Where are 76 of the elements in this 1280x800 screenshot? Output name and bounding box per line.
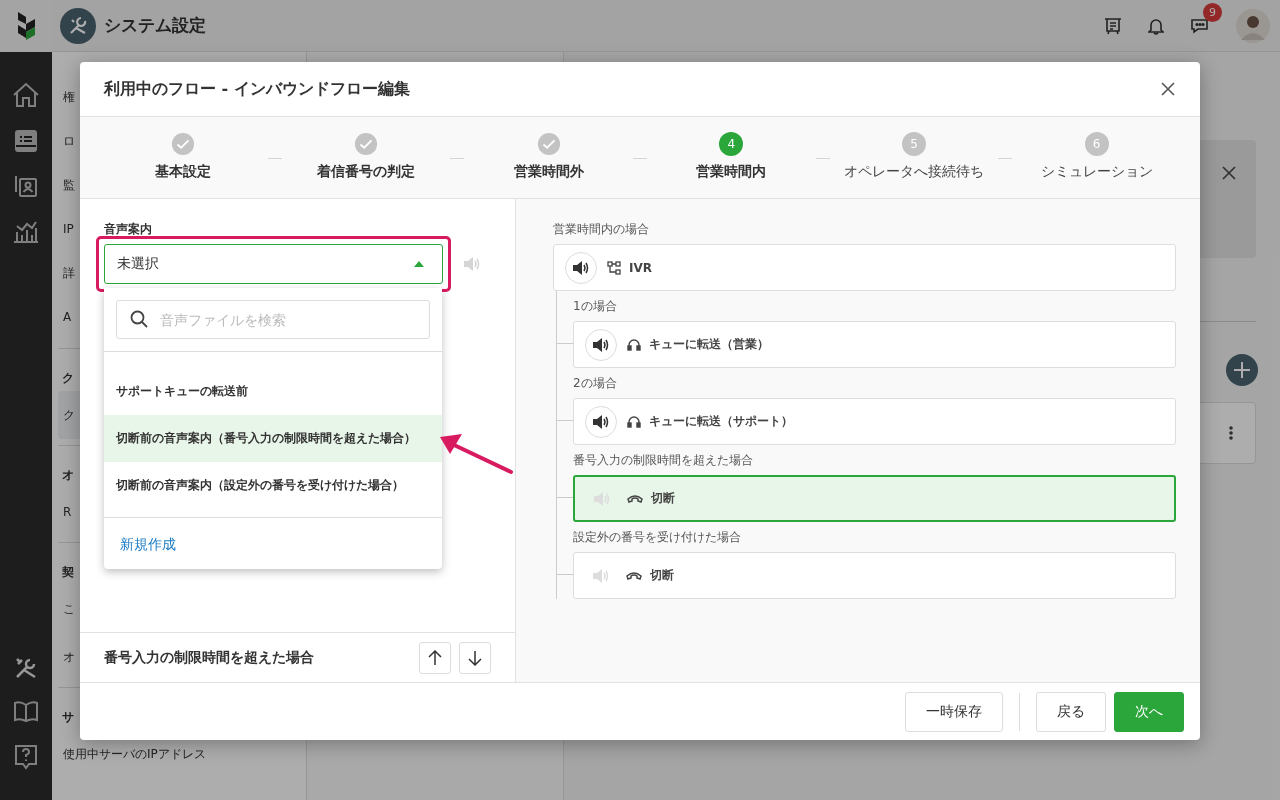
page-title: システム設定 bbox=[104, 14, 206, 37]
flow-heading: 営業時間内の場合 bbox=[553, 221, 650, 238]
home-icon[interactable] bbox=[12, 82, 40, 108]
phone-hangup-icon bbox=[626, 570, 642, 581]
chart-icon[interactable] bbox=[13, 219, 39, 243]
list-icon[interactable] bbox=[14, 129, 38, 153]
dialog-title: 利用中のフロー - インバウンドフロー編集 bbox=[104, 78, 410, 100]
notification-badge: 9 bbox=[1203, 2, 1222, 22]
step-number: 6 bbox=[1084, 132, 1109, 156]
speaker-button[interactable] bbox=[565, 251, 597, 284]
logo-icon bbox=[15, 12, 37, 40]
node-label: IVR bbox=[629, 260, 652, 275]
step-number: 4 bbox=[719, 132, 744, 156]
flow-node[interactable]: 切断 bbox=[573, 475, 1176, 522]
section-heading: 契 bbox=[61, 564, 74, 581]
dropdown-option[interactable]: 切断前の音声案内（設定外の番号を受け付けた場合） bbox=[104, 462, 442, 509]
bell-icon[interactable] bbox=[1148, 16, 1164, 35]
speaker-icon bbox=[592, 567, 610, 584]
speaker-icon bbox=[592, 336, 610, 353]
speaker-icon bbox=[572, 259, 590, 276]
select-field[interactable]: 未選択 bbox=[104, 244, 443, 284]
branch-condition: 番号入力の制限時間を超えた場合 bbox=[573, 452, 754, 469]
chat-icon[interactable] bbox=[1190, 16, 1210, 35]
contact-card-icon[interactable] bbox=[14, 174, 38, 198]
flow-node[interactable]: IVR bbox=[553, 244, 1176, 291]
section-heading: オ bbox=[61, 467, 74, 484]
phone-hangup-icon bbox=[627, 493, 643, 504]
step-label[interactable]: 営業時間内 bbox=[696, 163, 767, 181]
close-icon[interactable] bbox=[1161, 82, 1175, 96]
dropdown-option[interactable]: サポートキューの転送前 bbox=[104, 368, 442, 415]
footer-button[interactable]: 一時保存 bbox=[905, 691, 1003, 732]
board-icon[interactable] bbox=[1104, 16, 1122, 35]
move-up-button[interactable] bbox=[419, 641, 451, 674]
node-label: 切断 bbox=[651, 490, 675, 507]
flow-node[interactable]: 切断 bbox=[573, 552, 1176, 599]
step-number: 5 bbox=[902, 132, 926, 156]
section-title: 番号入力の制限時間を超えた場合 bbox=[104, 648, 314, 667]
step-label[interactable]: 基本設定 bbox=[155, 163, 212, 181]
tools-icon[interactable] bbox=[14, 656, 38, 680]
dropdown-option[interactable]: 切断前の音声案内（番号入力の制限時間を超えた場合） bbox=[104, 415, 442, 462]
branch-condition: 1の場合 bbox=[573, 298, 618, 315]
footer-button[interactable]: 戻る bbox=[1036, 691, 1106, 732]
speaker-button[interactable] bbox=[585, 405, 617, 438]
help-icon[interactable] bbox=[14, 744, 38, 770]
section-heading: サ bbox=[61, 709, 74, 726]
search-field[interactable]: 音声ファイルを検索 bbox=[116, 300, 430, 339]
avatar[interactable] bbox=[1236, 8, 1270, 43]
speaker-icon bbox=[592, 413, 610, 430]
move-down-button[interactable] bbox=[459, 641, 491, 674]
arrow-up-icon bbox=[428, 649, 442, 666]
node-label: 切断 bbox=[650, 567, 674, 584]
speaker-icon bbox=[593, 490, 611, 507]
create-link[interactable]: 新規作成 bbox=[120, 536, 176, 552]
branch-condition: 設定外の番号を受け付けた場合 bbox=[573, 529, 742, 546]
section-heading: ク bbox=[61, 370, 74, 387]
step-label[interactable]: オペレータへ接続待ち bbox=[844, 163, 984, 181]
more-icon[interactable] bbox=[1229, 426, 1233, 440]
book-icon[interactable] bbox=[13, 701, 39, 723]
node-label: キューに転送（営業） bbox=[649, 336, 769, 353]
headset-icon bbox=[627, 337, 641, 352]
headset-icon bbox=[627, 414, 641, 429]
caret-icon bbox=[414, 261, 424, 267]
add-button[interactable] bbox=[1226, 354, 1258, 386]
node-label: キューに転送（サポート） bbox=[649, 413, 793, 430]
flow-node[interactable]: キューに転送（サポート） bbox=[573, 398, 1176, 445]
speaker-button[interactable] bbox=[585, 328, 617, 361]
arrow-down-icon bbox=[468, 649, 482, 666]
step-label[interactable]: シミュレーション bbox=[1040, 163, 1153, 181]
branch-condition: 2の場合 bbox=[573, 375, 618, 392]
branch-icon bbox=[607, 260, 621, 275]
tools-icon bbox=[60, 7, 96, 44]
step-label[interactable]: 営業時間外 bbox=[513, 163, 584, 181]
flow-node[interactable]: キューに転送（営業） bbox=[573, 321, 1176, 368]
field-label: 音声案内 bbox=[104, 221, 152, 238]
close-icon[interactable] bbox=[1222, 166, 1236, 180]
step-label[interactable]: 着信番号の判定 bbox=[317, 163, 415, 181]
